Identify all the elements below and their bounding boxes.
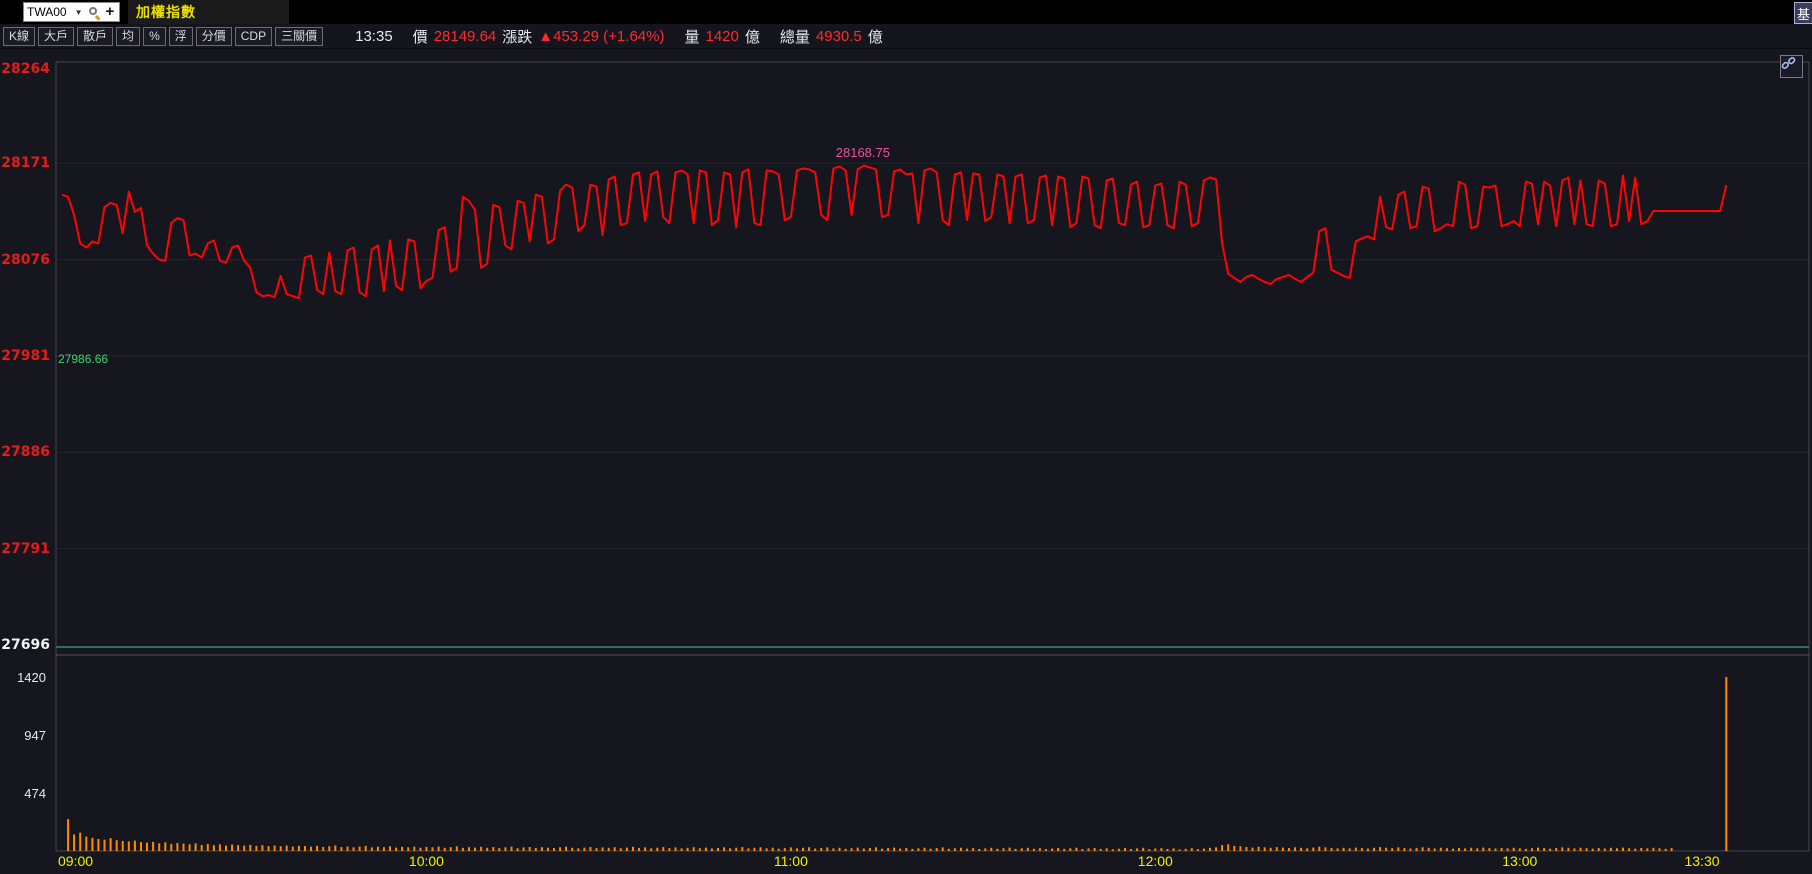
change-value: ▲453.29 (+1.64%) [538, 27, 665, 45]
total-volume-label: 總量 [779, 28, 810, 46]
time-axis-label: 10:00 [408, 853, 444, 869]
volume-unit: 億 [744, 28, 760, 46]
time-axis-label: 09:00 [58, 853, 94, 869]
tab-title: 加權指數 [136, 4, 196, 20]
price-axis-label: 28076 [1, 251, 50, 268]
change-label: 漲跌 [502, 28, 533, 46]
toolbar-button-kline[interactable]: K線 [3, 26, 36, 46]
chart-canvas [55, 61, 1810, 852]
price-axis-label: 27886 [1, 444, 50, 461]
toolbar-button-cdp[interactable]: CDP [234, 26, 273, 46]
price-axis-label: 27981 [1, 347, 50, 364]
toolbar-button-retail[interactable]: 散戶 [77, 26, 114, 46]
time-axis-label: 12:00 [1137, 853, 1173, 869]
time-axis-label: 13:30 [1684, 853, 1720, 869]
link-button[interactable] [1780, 55, 1803, 78]
dropdown-caret-icon[interactable]: ▼ [75, 8, 83, 17]
chart-toolbar: K線 大戶 散戶 均 % 浮 分價 CDP 三關價 13:35 價 28149.… [0, 24, 1812, 49]
price-label: 價 [412, 28, 428, 46]
fundamentals-button[interactable]: 基 [1794, 2, 1812, 24]
toolbar-button-percent[interactable]: % [143, 26, 166, 46]
volume-axis-label: 947 [24, 727, 46, 743]
volume-axis-label: 1420 [17, 670, 46, 685]
search-icon-glass [89, 6, 98, 15]
top-bar: TWA00 ▼ + 加權指數 基 [0, 0, 1812, 24]
price-axis-label: 28264 [1, 61, 50, 77]
volume-value: 1420 [705, 27, 739, 45]
add-symbol-button[interactable]: + [105, 4, 114, 19]
price-axis-label: 27696 [1, 637, 50, 653]
tab-weighted-index[interactable]: 加權指數 [128, 0, 289, 24]
link-icon [1781, 56, 1796, 70]
search-icon-handle [95, 14, 102, 20]
day-high-label: 28168.75 [835, 144, 890, 160]
total-volume-unit: 億 [867, 28, 883, 46]
search-icon[interactable] [89, 6, 102, 20]
toolbar-button-float[interactable]: 浮 [168, 26, 193, 46]
volume-bars [67, 677, 1728, 851]
price-value: 28149.64 [433, 27, 497, 45]
volume-label: 量 [684, 28, 700, 46]
toolbar-button-price-volume[interactable]: 分價 [195, 26, 232, 46]
symbol-combobox[interactable]: TWA00 ▼ + [23, 2, 120, 22]
time-axis-label: 13:00 [1502, 853, 1538, 869]
volume-axis-label: 474 [24, 785, 46, 801]
price-axis-label: 27791 [1, 540, 50, 557]
price-line [61, 164, 1728, 300]
toolbar-button-three-gate-price[interactable]: 三關價 [275, 26, 324, 46]
time-axis-label: 11:00 [773, 853, 808, 869]
quote-status-bar: 13:35 價 28149.64 漲跌 ▲453.29 (+1.64%) 量 1… [355, 26, 889, 47]
intraday-chart: 28264 28171 28076 27981 27886 27791 2769… [0, 49, 1812, 874]
quote-time: 13:35 [355, 27, 393, 45]
prev-close-label: 27986.66 [58, 352, 109, 367]
symbol-input[interactable]: TWA00 [27, 5, 67, 19]
total-volume-value: 4930.5 [815, 27, 862, 45]
toolbar-button-average[interactable]: 均 [116, 26, 141, 46]
toolbar-button-big-players[interactable]: 大戶 [38, 26, 75, 46]
price-axis-label: 28171 [1, 155, 50, 172]
